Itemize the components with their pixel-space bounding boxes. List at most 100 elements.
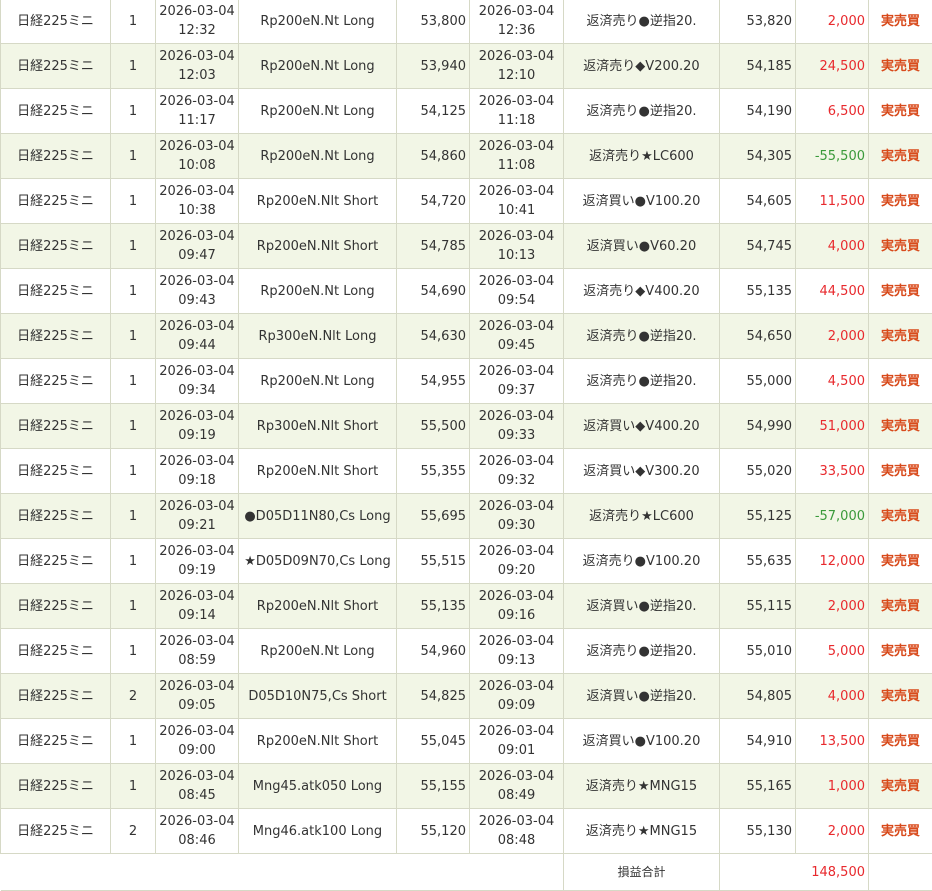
exit-datetime: 2026-03-04 12:36 (469, 0, 564, 44)
product-cell: 日経225ミニ (0, 718, 111, 764)
exit-datetime-time: 09:33 (497, 428, 536, 443)
exit-datetime-time: 11:18 (497, 113, 536, 128)
table-row: 日経225ミニ 1 2026-03-04 10:38 Rp200eN.Nlt Short… (0, 178, 932, 224)
strategy-cell: Rp200eN.Nt Long (238, 43, 397, 89)
entry-price-cell: 55,155 (396, 763, 470, 809)
entry-price-cell: 54,125 (396, 88, 470, 134)
exit-rule-cell: 返済売り●逆指20. (563, 358, 720, 404)
pnl-cell: 2,000 (795, 808, 869, 854)
pnl-cell: 11,500 (795, 178, 869, 224)
entry-datetime-time: 08:46 (178, 833, 216, 848)
entry-datetime: 2026-03-04 08:46 (155, 808, 239, 854)
entry-price-cell: 55,355 (396, 448, 470, 494)
exit-price-cell: 54,990 (719, 403, 796, 449)
exit-datetime: 2026-03-04 09:30 (469, 493, 564, 539)
entry-datetime-time: 12:32 (178, 23, 216, 38)
table-row: 日経225ミニ 1 2026-03-04 08:45 Mng45.atk050 Long… (0, 763, 932, 809)
table-row: 日経225ミニ 1 2026-03-04 09:44 Rp300eN.Nlt Long 5… (0, 313, 932, 359)
entry-datetime: 2026-03-04 09:19 (155, 403, 239, 449)
entry-datetime-date: 2026-03-04 (159, 49, 235, 64)
entry-datetime: 2026-03-04 09:21 (155, 493, 239, 539)
product-cell: 日経225ミニ (0, 583, 111, 629)
exit-rule-cell: 返済買い◆V300.20 (563, 448, 720, 494)
quantity-cell: 1 (110, 43, 156, 89)
trade-kind-badge: 実売買 (868, 88, 932, 134)
quantity-cell: 1 (110, 313, 156, 359)
trade-kind-badge: 実売買 (868, 448, 932, 494)
entry-price-cell: 55,515 (396, 538, 470, 584)
entry-price-cell: 53,940 (396, 43, 470, 89)
strategy-cell: Rp300eN.Nlt Long (238, 313, 397, 359)
table-row: 日経225ミニ 1 2026-03-04 09:21 ●D05D11N80,Cs Lon… (0, 493, 932, 539)
exit-price-cell: 54,650 (719, 313, 796, 359)
table-row: 日経225ミニ 1 2026-03-04 10:08 Rp200eN.Nt Long 54… (0, 133, 932, 179)
exit-rule-cell: 返済売り●逆指20. (563, 313, 720, 359)
exit-rule-cell: 返済売り★LC600 (563, 133, 720, 179)
entry-price-cell: 54,960 (396, 628, 470, 674)
entry-datetime-time: 09:18 (178, 473, 216, 488)
entry-datetime: 2026-03-04 09:43 (155, 268, 239, 314)
product-cell: 日経225ミニ (0, 133, 111, 179)
exit-datetime-time: 09:30 (497, 518, 536, 533)
table-row: 日経225ミニ 2 2026-03-04 08:46 Mng46.atk100 Long… (0, 808, 932, 854)
entry-datetime: 2026-03-04 09:00 (155, 718, 239, 764)
exit-price-cell: 54,745 (719, 223, 796, 269)
exit-datetime-date: 2026-03-04 (478, 229, 555, 244)
strategy-cell: Mng46.atk100 Long (238, 808, 397, 854)
pnl-cell: 33,500 (795, 448, 869, 494)
entry-datetime-date: 2026-03-04 (159, 589, 235, 604)
entry-datetime-time: 09:47 (178, 248, 216, 263)
pnl-cell: -57,000 (795, 493, 869, 539)
quantity-cell: 2 (110, 673, 156, 719)
product-cell: 日経225ミニ (0, 403, 111, 449)
quantity-cell: 1 (110, 583, 156, 629)
exit-datetime-time: 09:37 (497, 383, 536, 398)
entry-datetime: 2026-03-04 09:14 (155, 583, 239, 629)
exit-rule-cell: 返済買い●V100.20 (563, 718, 720, 764)
quantity-cell: 1 (110, 763, 156, 809)
exit-datetime-time: 09:20 (497, 563, 536, 578)
product-cell: 日経225ミニ (0, 313, 111, 359)
entry-datetime: 2026-03-04 11:17 (155, 88, 239, 134)
trade-kind-badge: 実売買 (868, 403, 932, 449)
table-row: 日経225ミニ 1 2026-03-04 09:47 Rp200eN.Nlt Short… (0, 223, 932, 269)
trade-kind-badge: 実売買 (868, 583, 932, 629)
exit-datetime: 2026-03-04 09:20 (469, 538, 564, 584)
exit-price-cell: 55,125 (719, 493, 796, 539)
strategy-cell: Rp200eN.Nlt Short (238, 178, 397, 224)
trade-kind-badge: 実売買 (868, 538, 932, 584)
trade-rows: 日経225ミニ 1 2026-03-04 12:32 Rp200eN.Nt Long 53… (0, 0, 932, 854)
pnl-cell: 51,000 (795, 403, 869, 449)
exit-datetime-time: 12:36 (497, 23, 536, 38)
entry-datetime-time: 09:21 (178, 518, 216, 533)
pnl-cell: 4,000 (795, 223, 869, 269)
exit-datetime: 2026-03-04 09:33 (469, 403, 564, 449)
exit-datetime-date: 2026-03-04 (478, 319, 555, 334)
strategy-cell: Rp200eN.Nlt Short (238, 448, 397, 494)
product-cell: 日経225ミニ (0, 628, 111, 674)
entry-datetime-time: 11:17 (178, 113, 216, 128)
entry-price-cell: 55,045 (396, 718, 470, 764)
table-row: 日経225ミニ 1 2026-03-04 09:34 Rp200eN.Nt Long 54… (0, 358, 932, 404)
table-row: 日経225ミニ 1 2026-03-04 11:17 Rp200eN.Nt Long 54… (0, 88, 932, 134)
exit-price-cell: 55,135 (719, 268, 796, 314)
exit-rule-cell: 返済売り★LC600 (563, 493, 720, 539)
quantity-cell: 1 (110, 268, 156, 314)
exit-datetime-date: 2026-03-04 (478, 589, 555, 604)
table-row: 日経225ミニ 1 2026-03-04 09:00 Rp200eN.Nlt Short… (0, 718, 932, 764)
exit-datetime-time: 09:54 (497, 293, 536, 308)
entry-datetime-date: 2026-03-04 (159, 814, 235, 829)
strategy-cell: Rp200eN.Nt Long (238, 268, 397, 314)
exit-datetime-date: 2026-03-04 (478, 454, 555, 469)
product-cell: 日経225ミニ (0, 223, 111, 269)
quantity-cell: 1 (110, 448, 156, 494)
table-row: 日経225ミニ 1 2026-03-04 09:19 ★D05D09N70,Cs Lon… (0, 538, 932, 584)
entry-datetime-date: 2026-03-04 (159, 184, 235, 199)
exit-price-cell: 55,115 (719, 583, 796, 629)
exit-price-cell: 54,805 (719, 673, 796, 719)
table-row: 日経225ミニ 1 2026-03-04 12:32 Rp200eN.Nt Long 53… (0, 0, 932, 44)
entry-price-cell: 54,690 (396, 268, 470, 314)
exit-datetime: 2026-03-04 09:54 (469, 268, 564, 314)
trade-kind-badge: 実売買 (868, 808, 932, 854)
quantity-cell: 1 (110, 358, 156, 404)
